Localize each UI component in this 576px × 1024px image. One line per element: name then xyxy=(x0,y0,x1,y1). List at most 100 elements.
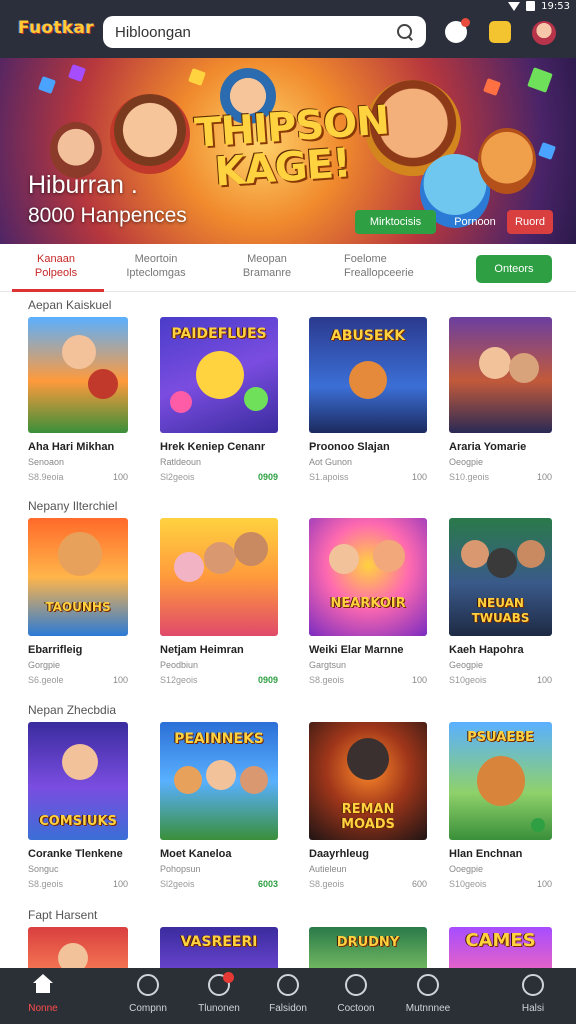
cube-decoration xyxy=(68,64,86,82)
nav-item-tlunonen[interactable]: Tlunonen xyxy=(184,972,254,1014)
game-character xyxy=(477,756,525,806)
game-card[interactable]: Aha Hari Mikhan Senoaon S8.9eoia 100 xyxy=(28,317,128,482)
game-meta: S10.geois 100 xyxy=(449,472,552,482)
game-card[interactable]: ABUSEKK Proonoo Slajan Aot Gunon S1.apoi… xyxy=(309,317,427,482)
game-downloads: S6.geole xyxy=(28,675,64,685)
game-subtitle: Ooegpie xyxy=(449,864,484,874)
app-root: 19:53 Fuotkar Hibloongan THIPSON KAGE! H… xyxy=(0,0,576,1024)
game-card[interactable]: PAIDEFLUES Hrek Keniep Cenanr Ratldeoun … xyxy=(160,317,278,482)
game-character xyxy=(204,542,236,574)
game-card[interactable]: PEAINNEKS Moet Kaneloa Pohopsun Sl2geois… xyxy=(160,722,278,889)
game-thumbnail[interactable]: REMAN MOADS xyxy=(309,722,427,840)
game-price: 600 xyxy=(411,879,427,889)
info-icon xyxy=(345,974,367,996)
search-icon[interactable] xyxy=(396,23,414,41)
game-thumbnail[interactable]: NEARKOIR xyxy=(309,518,427,636)
tab-meopan[interactable]: Meopan Bramanre xyxy=(236,252,298,280)
game-character xyxy=(347,738,389,780)
game-character xyxy=(240,766,268,794)
game-character xyxy=(58,532,102,576)
nav-item-halsi[interactable]: Halsi xyxy=(498,974,568,1014)
game-character xyxy=(174,552,204,582)
game-title: Ebarrifleig xyxy=(28,644,83,656)
game-downloads: S8.9eoia xyxy=(28,472,64,482)
game-art-title: VASREERI xyxy=(180,934,258,950)
search-bar[interactable]: Hibloongan xyxy=(103,16,426,48)
tab-label: Foelome xyxy=(344,253,387,265)
nav-label: Mutnnnee xyxy=(405,1003,451,1014)
game-character xyxy=(479,347,511,379)
banner-character xyxy=(478,128,536,194)
game-card[interactable]: PSUAEBE Hlan Enchnan Ooegpie S10geois 10… xyxy=(449,722,552,889)
tab-label: Kanaan xyxy=(37,253,75,265)
banner-red-button[interactable]: Ruord xyxy=(507,210,553,234)
game-card[interactable]: Araria Yomarie Oeogpie S10.geois 100 xyxy=(449,317,552,482)
alert-icon xyxy=(208,972,234,996)
game-title: Hrek Keniep Cenanr xyxy=(160,441,266,453)
game-art-title: REMAN MOADS xyxy=(341,802,395,832)
hero-banner[interactable]: THIPSON KAGE! Hiburran . 8000 Hanpences … xyxy=(0,58,576,244)
game-downloads: S12geois xyxy=(160,675,198,685)
tab-action-button[interactable]: Onteors xyxy=(476,255,552,283)
nav-item-home[interactable]: Nonne xyxy=(8,974,78,1014)
game-meta: S6.geole 100 xyxy=(28,675,128,685)
game-card[interactable]: COMSIUKS Coranke Tlenkene Songuc S8.geoi… xyxy=(28,722,128,889)
nav-item-compnn[interactable]: Compnn xyxy=(113,974,183,1014)
game-title: Araria Yomarie xyxy=(449,441,527,453)
game-title: Weiki Elar Marnne xyxy=(309,644,404,656)
game-price: 100 xyxy=(536,675,552,685)
game-price: 6003 xyxy=(257,879,278,889)
game-price: 100 xyxy=(411,675,427,685)
app-logo[interactable]: Fuotkar xyxy=(18,18,94,38)
game-thumbnail[interactable]: PEAINNEKS xyxy=(160,722,278,840)
folder-icon[interactable] xyxy=(489,21,511,43)
game-price: 0909 xyxy=(257,675,278,685)
banner-secondary-button[interactable]: Pornoon xyxy=(447,210,503,234)
game-downloads: S10geois xyxy=(449,675,487,685)
game-subtitle: Senoaon xyxy=(28,457,65,467)
game-title: Proonoo Slajan xyxy=(309,441,390,453)
nav-label: Compnn xyxy=(129,1003,167,1014)
game-art-title: NEUAN TWUABS xyxy=(471,596,530,625)
nav-label: Falsidon xyxy=(269,1003,307,1014)
top-header: 19:53 Fuotkar Hibloongan xyxy=(0,0,576,58)
game-thumbnail[interactable] xyxy=(28,317,128,433)
game-price: 100 xyxy=(536,879,552,889)
game-thumbnail[interactable] xyxy=(160,518,278,636)
banner-art-title: THIPSON KAGE! xyxy=(193,97,390,195)
avatar[interactable] xyxy=(532,21,556,45)
game-character xyxy=(88,369,118,399)
game-thumbnail[interactable]: PSUAEBE xyxy=(449,722,552,840)
game-art-title: PSUAEBE xyxy=(467,730,534,745)
game-thumbnail[interactable]: COMSIUKS xyxy=(28,722,128,840)
tab-foelome[interactable]: Foelome Freallopceerie xyxy=(344,252,436,280)
game-card[interactable]: REMAN MOADS Daayrhleug Autieleun S8.geoi… xyxy=(309,722,427,889)
tab-kanaan[interactable]: Kanaan Polpeols xyxy=(28,252,84,280)
game-thumbnail[interactable] xyxy=(449,317,552,433)
game-meta: S10geois 100 xyxy=(449,879,552,889)
game-downloads: S10.geois xyxy=(449,472,490,482)
game-art-title: PAIDEFLUES xyxy=(171,326,267,342)
cube-decoration xyxy=(38,76,56,94)
game-card[interactable]: NEARKOIR Weiki Elar Marnne Gargtsun S8.g… xyxy=(309,518,427,685)
game-card[interactable]: Netjam Heimran Peodbiun S12geois 0909 xyxy=(160,518,278,685)
game-card[interactable]: NEUAN TWUABS Kaeh Hapohra Geogpie S10geo… xyxy=(449,518,552,685)
game-thumbnail[interactable]: PAIDEFLUES xyxy=(160,317,278,433)
clock-icon xyxy=(137,974,159,996)
nav-item-coctoon[interactable]: Coctoon xyxy=(321,974,391,1014)
tab-meortoin[interactable]: Meortoin Ipteclomgas xyxy=(118,252,194,280)
category-tabs: Kanaan Polpeols Meortoin Ipteclomgas Meo… xyxy=(0,244,576,292)
game-downloads: S10geois xyxy=(449,879,487,889)
search-input[interactable]: Hibloongan xyxy=(115,24,396,41)
chat-icon[interactable] xyxy=(445,18,470,43)
game-thumbnail[interactable]: TAOUNHS xyxy=(28,518,128,636)
bottom-nav: Nonne Compnn Tlunonen Falsidon Coctoon M… xyxy=(0,968,576,1024)
banner-primary-button[interactable]: Mirktocisis xyxy=(355,210,436,234)
nav-item-mutnnnee[interactable]: Mutnnnee xyxy=(393,974,463,1014)
cube-decoration xyxy=(538,142,556,160)
nav-item-falsidon[interactable]: Falsidon xyxy=(253,974,323,1014)
section-title: Aepan Kaiskuel xyxy=(28,298,112,312)
game-thumbnail[interactable]: NEUAN TWUABS xyxy=(449,518,552,636)
game-card[interactable]: TAOUNHS Ebarrifleig Gorgpie S6.geole 100 xyxy=(28,518,128,685)
game-thumbnail[interactable]: ABUSEKK xyxy=(309,317,427,433)
